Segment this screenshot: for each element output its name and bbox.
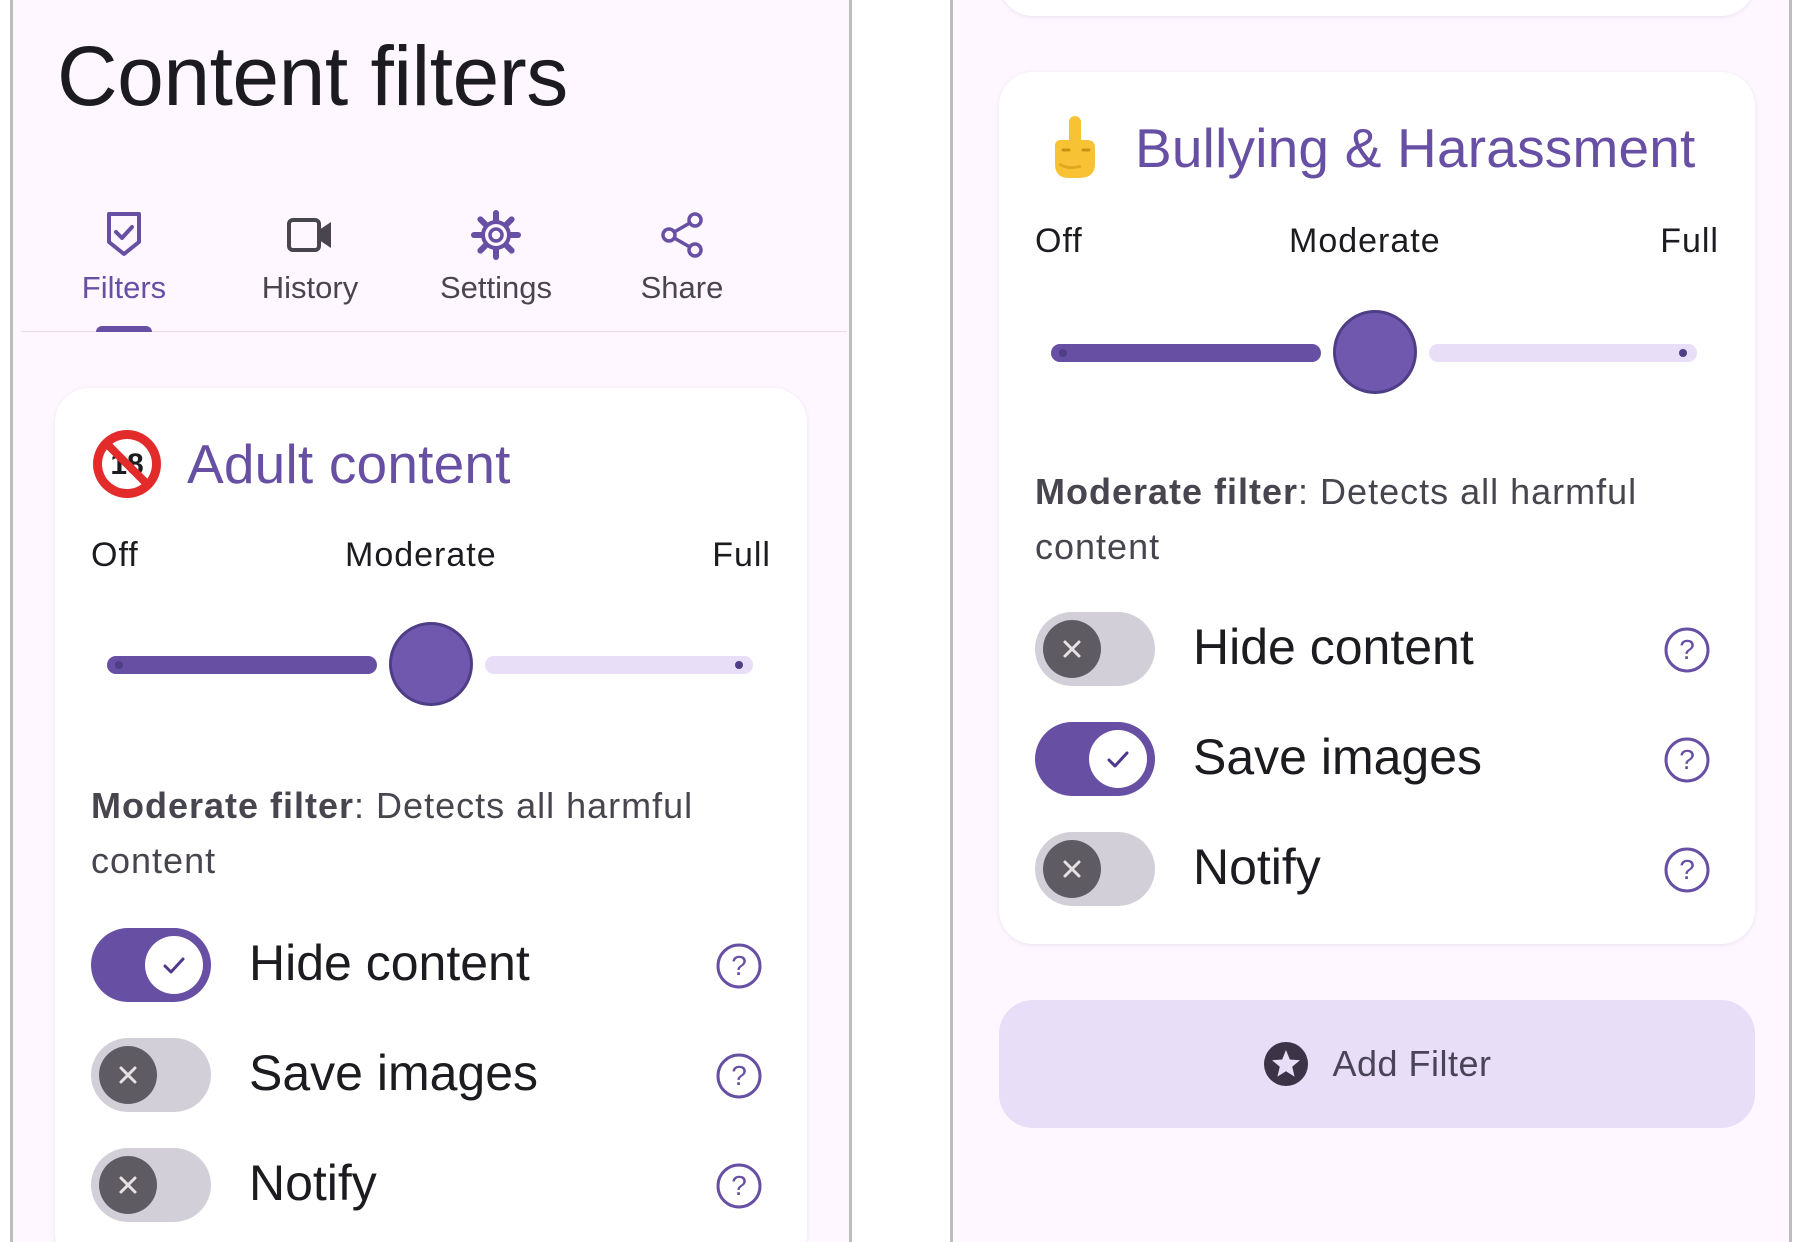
tab-share[interactable]: Share — [579, 200, 785, 332]
save-images-switch[interactable] — [91, 1038, 211, 1112]
middle-finger-emoji — [1055, 116, 1095, 178]
help-icon[interactable]: ? — [1663, 626, 1711, 674]
tab-history[interactable]: History — [207, 200, 413, 332]
switch-knob — [99, 1046, 157, 1104]
toggle-row-save-images: Save images ? — [91, 1038, 771, 1112]
hide-content-switch[interactable] — [91, 928, 211, 1002]
help-icon[interactable]: ? — [1663, 736, 1711, 784]
toggle-label: Notify — [249, 1155, 377, 1211]
toggle-row-save-images: Save images ? — [1035, 722, 1719, 796]
slider-label-moderate: Moderate — [1289, 222, 1441, 260]
slider-label-off: Off — [91, 536, 139, 574]
svg-text:?: ? — [1679, 634, 1695, 665]
svg-text:?: ? — [1679, 854, 1695, 885]
close-icon — [119, 1066, 137, 1084]
svg-text:?: ? — [731, 1060, 747, 1091]
switch-knob — [99, 1156, 157, 1214]
star-circle-icon — [1264, 1042, 1309, 1086]
share-icon — [661, 212, 703, 258]
hide-content-switch[interactable] — [1035, 612, 1155, 686]
slider-inactive-track — [485, 656, 753, 674]
tab-share-label: Share — [640, 270, 724, 305]
close-icon — [119, 1176, 137, 1194]
toggle-row-notify: Notify ? — [1035, 832, 1719, 906]
slider-stop-dot — [1059, 349, 1067, 357]
tab-settings[interactable]: Settings — [393, 200, 599, 332]
slider-label-moderate: Moderate — [345, 536, 497, 574]
previous-card-edge — [999, 0, 1755, 16]
close-icon — [1063, 640, 1081, 658]
svg-text:?: ? — [731, 950, 747, 981]
video-camera-icon — [287, 218, 331, 252]
filter-desc-bold: Moderate filter — [91, 785, 355, 826]
add-filter-button[interactable]: Add Filter — [999, 1000, 1755, 1128]
check-icon — [163, 957, 185, 974]
card-header: 18 Adult content — [91, 424, 511, 504]
slider-label-full: Full — [1660, 222, 1719, 260]
toggle-row-hide-content: Hide content ? — [1035, 612, 1719, 686]
tab-filters[interactable]: Filters — [21, 200, 227, 332]
switch-knob — [1043, 840, 1101, 898]
help-icon[interactable]: ? — [1663, 846, 1711, 894]
toggle-label: Hide content — [249, 935, 530, 991]
toggle-label: Notify — [1193, 839, 1321, 895]
slider-thumb[interactable] — [1333, 310, 1417, 394]
check-icon — [1107, 751, 1129, 768]
slider-label-off: Off — [1035, 222, 1083, 260]
card-title: Adult content — [187, 433, 511, 495]
left-screen: Content filters Filters History Settings… — [10, 0, 852, 1242]
active-tab-indicator — [96, 326, 152, 332]
filter-card-adult-content: 18 Adult content Off Moderate Full Moder… — [55, 388, 807, 1242]
gear-icon — [471, 210, 521, 260]
slider-stop-dot — [735, 661, 743, 669]
shield-check-icon — [107, 212, 141, 256]
svg-text:?: ? — [731, 1170, 747, 1201]
tab-settings-label: Settings — [439, 270, 552, 305]
toggle-label: Save images — [249, 1045, 539, 1101]
toggle-label: Save images — [1193, 729, 1483, 785]
filter-level-slider[interactable] — [1051, 308, 1697, 396]
save-images-switch[interactable] — [1035, 722, 1155, 796]
slider-labels: Off Moderate Full — [91, 536, 771, 580]
tab-history-label: History — [261, 270, 359, 305]
toggle-label: Hide content — [1193, 619, 1474, 675]
add-filter-label: Add Filter — [1332, 1043, 1492, 1084]
slider-stop-dot — [115, 661, 123, 669]
filter-desc-bold: Moderate filter — [1035, 471, 1299, 512]
page-title: Content filters — [57, 29, 568, 123]
help-icon[interactable]: ? — [715, 1162, 763, 1210]
no-one-under-eighteen-emoji: 18 — [93, 430, 161, 498]
slider-active-track — [1051, 344, 1321, 362]
slider-inactive-track — [1429, 344, 1697, 362]
svg-text:?: ? — [1679, 744, 1695, 775]
filter-card-bullying-harassment: Bullying & Harassment Off Moderate Full … — [999, 72, 1755, 944]
help-icon[interactable]: ? — [715, 1052, 763, 1100]
switch-knob — [1089, 730, 1147, 788]
tab-filters-label: Filters — [81, 270, 167, 305]
slider-labels: Off Moderate Full — [1035, 222, 1719, 266]
slider-thumb[interactable] — [389, 622, 473, 706]
slider-active-track — [107, 656, 377, 674]
card-title: Bullying & Harassment — [1135, 117, 1696, 179]
switch-knob — [1043, 620, 1101, 678]
filter-level-slider[interactable] — [107, 620, 753, 708]
card-header: Bullying & Harassment — [1039, 108, 1696, 188]
filter-description: Moderate filter: Detects all harmful con… — [91, 778, 747, 888]
help-icon[interactable]: ? — [715, 942, 763, 990]
switch-knob — [145, 936, 203, 994]
toggle-row-notify: Notify ? — [91, 1148, 771, 1222]
right-screen: Bullying & Harassment Off Moderate Full … — [950, 0, 1792, 1242]
toggle-row-hide-content: Hide content ? — [91, 928, 771, 1002]
filter-description: Moderate filter: Detects all harmful con… — [1035, 464, 1695, 574]
slider-label-full: Full — [712, 536, 771, 574]
notify-switch[interactable] — [1035, 832, 1155, 906]
close-icon — [1063, 860, 1081, 878]
tab-bar: Filters History Settings Share — [21, 200, 847, 332]
slider-stop-dot — [1679, 349, 1687, 357]
notify-switch[interactable] — [91, 1148, 211, 1222]
